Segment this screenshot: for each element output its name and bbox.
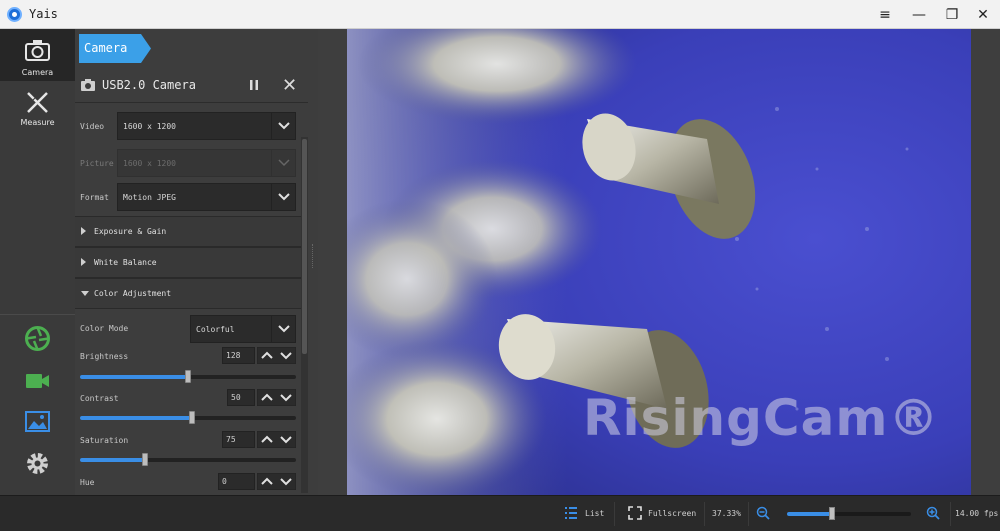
status-divider bbox=[950, 502, 951, 526]
saturation-label: Saturation bbox=[80, 436, 129, 445]
contrast-label: Contrast bbox=[80, 394, 119, 403]
saturation-slider-fill bbox=[80, 458, 145, 462]
chevron-down-icon bbox=[271, 184, 295, 210]
section-title: Exposure & Gain bbox=[94, 227, 167, 236]
status-divider bbox=[704, 502, 705, 526]
chevron-right-icon bbox=[81, 258, 86, 266]
app-window: Yais ≡ — ❐ ✕ Camera Measure Camera USB2.… bbox=[0, 0, 1000, 531]
zoom-slider[interactable] bbox=[787, 507, 911, 520]
contrast-stepper[interactable] bbox=[257, 389, 296, 406]
left-rail: Camera Measure bbox=[0, 29, 75, 495]
rail-label-measure: Measure bbox=[20, 118, 55, 127]
section-exposure-gain[interactable]: Exposure & Gain bbox=[75, 216, 308, 247]
close-device-icon[interactable]: ✕ bbox=[282, 75, 297, 96]
status-divider bbox=[748, 502, 749, 526]
rail-label-camera: Camera bbox=[21, 68, 54, 77]
color-mode-value: Colorful bbox=[196, 325, 235, 334]
aperture-icon[interactable] bbox=[24, 325, 51, 352]
maximize-button[interactable]: ❐ bbox=[935, 0, 969, 29]
panel-scrollbar[interactable] bbox=[301, 137, 308, 493]
chevron-right-icon bbox=[81, 227, 86, 235]
device-title: USB2.0 Camera bbox=[102, 78, 196, 92]
brightness-label: Brightness bbox=[80, 352, 129, 361]
video-label: Video bbox=[80, 122, 105, 131]
color-mode-label: Color Mode bbox=[80, 324, 129, 333]
panel-splitter-handle[interactable] bbox=[312, 244, 314, 268]
video-value: 1600 x 1200 bbox=[123, 122, 176, 131]
contrast-value: 50 bbox=[231, 393, 241, 402]
image-icon[interactable] bbox=[24, 408, 51, 435]
breadcrumb-label: Camera bbox=[84, 41, 128, 55]
hue-value: 0 bbox=[222, 477, 227, 486]
image-viewer: RisingCam® bbox=[318, 29, 1000, 495]
measure-icon bbox=[27, 92, 48, 113]
video-icon[interactable] bbox=[24, 367, 51, 394]
chevron-down-icon bbox=[81, 291, 89, 296]
minimize-button[interactable]: — bbox=[902, 0, 936, 29]
brightness-stepper[interactable] bbox=[257, 347, 296, 364]
fullscreen-button[interactable]: Fullscreen bbox=[648, 509, 696, 518]
contrast-slider-handle[interactable] bbox=[189, 411, 195, 424]
color-mode-select[interactable]: Colorful bbox=[190, 315, 296, 343]
brightness-value: 128 bbox=[226, 351, 241, 360]
saturation-slider[interactable] bbox=[80, 453, 296, 466]
device-camera-icon bbox=[81, 79, 95, 91]
contrast-slider[interactable] bbox=[80, 411, 296, 424]
rail-item-measure[interactable]: Measure bbox=[0, 81, 75, 133]
picture-value: 1600 x 1200 bbox=[123, 159, 176, 168]
settings-icon[interactable] bbox=[24, 450, 51, 477]
chevron-down-icon bbox=[271, 316, 295, 342]
brightness-input[interactable]: 128 bbox=[222, 347, 255, 364]
contrast-input[interactable]: 50 bbox=[227, 389, 255, 406]
fps-readout: 14.00 fps bbox=[955, 509, 999, 518]
list-icon[interactable] bbox=[565, 506, 577, 520]
rail-item-camera[interactable]: Camera bbox=[0, 29, 75, 81]
zoom-level: 37.33% bbox=[712, 509, 741, 518]
section-title: White Balance bbox=[94, 258, 157, 267]
fullscreen-icon[interactable] bbox=[628, 506, 642, 520]
zoom-out-icon[interactable] bbox=[756, 506, 770, 520]
zoom-slider-fill bbox=[787, 512, 832, 516]
status-divider bbox=[614, 502, 615, 526]
pause-icon[interactable] bbox=[247, 78, 261, 92]
list-button[interactable]: List bbox=[585, 509, 604, 518]
hue-input[interactable]: 0 bbox=[218, 473, 255, 490]
status-bar: List Fullscreen 37.33% 14.00 fps bbox=[0, 495, 1000, 531]
device-header: USB2.0 Camera ✕ bbox=[75, 69, 308, 103]
menu-button[interactable]: ≡ bbox=[868, 0, 902, 29]
rail-divider bbox=[0, 314, 75, 315]
saturation-value: 75 bbox=[226, 435, 236, 444]
contrast-slider-fill bbox=[80, 416, 192, 420]
close-window-button[interactable]: ✕ bbox=[966, 0, 1000, 29]
section-white-balance[interactable]: White Balance bbox=[75, 247, 308, 278]
camera-panel: Camera USB2.0 Camera ✕ Video 1600 x 1200… bbox=[75, 29, 318, 495]
watermark-text: RisingCam® bbox=[583, 389, 940, 447]
camera-preview[interactable]: RisingCam® bbox=[347, 29, 971, 495]
panel-scrollbar-thumb[interactable] bbox=[302, 139, 307, 354]
format-value: Motion JPEG bbox=[123, 193, 176, 202]
camera-icon bbox=[25, 40, 50, 61]
hue-stepper[interactable] bbox=[257, 473, 296, 490]
chevron-down-icon bbox=[271, 113, 295, 139]
title-bar: Yais ≡ — ❐ ✕ bbox=[0, 0, 1000, 29]
brightness-slider-fill bbox=[80, 375, 188, 379]
section-color-adjustment[interactable]: Color Adjustment bbox=[75, 278, 308, 309]
picture-select: 1600 x 1200 bbox=[117, 149, 296, 177]
format-label: Format bbox=[80, 193, 109, 202]
app-logo-icon bbox=[7, 7, 22, 22]
zoom-slider-handle[interactable] bbox=[829, 507, 835, 520]
chevron-down-icon bbox=[271, 150, 295, 176]
picture-label: Picture bbox=[80, 159, 114, 168]
saturation-slider-handle[interactable] bbox=[142, 453, 148, 466]
window-title: Yais bbox=[29, 7, 58, 21]
saturation-input[interactable]: 75 bbox=[222, 431, 255, 448]
hue-label: Hue bbox=[80, 478, 95, 487]
brightness-slider-handle[interactable] bbox=[185, 370, 191, 383]
section-title: Color Adjustment bbox=[94, 289, 172, 298]
brightness-slider[interactable] bbox=[80, 370, 296, 383]
zoom-in-icon[interactable] bbox=[926, 506, 940, 520]
saturation-stepper[interactable] bbox=[257, 431, 296, 448]
format-select[interactable]: Motion JPEG bbox=[117, 183, 296, 211]
video-select[interactable]: 1600 x 1200 bbox=[117, 112, 296, 140]
